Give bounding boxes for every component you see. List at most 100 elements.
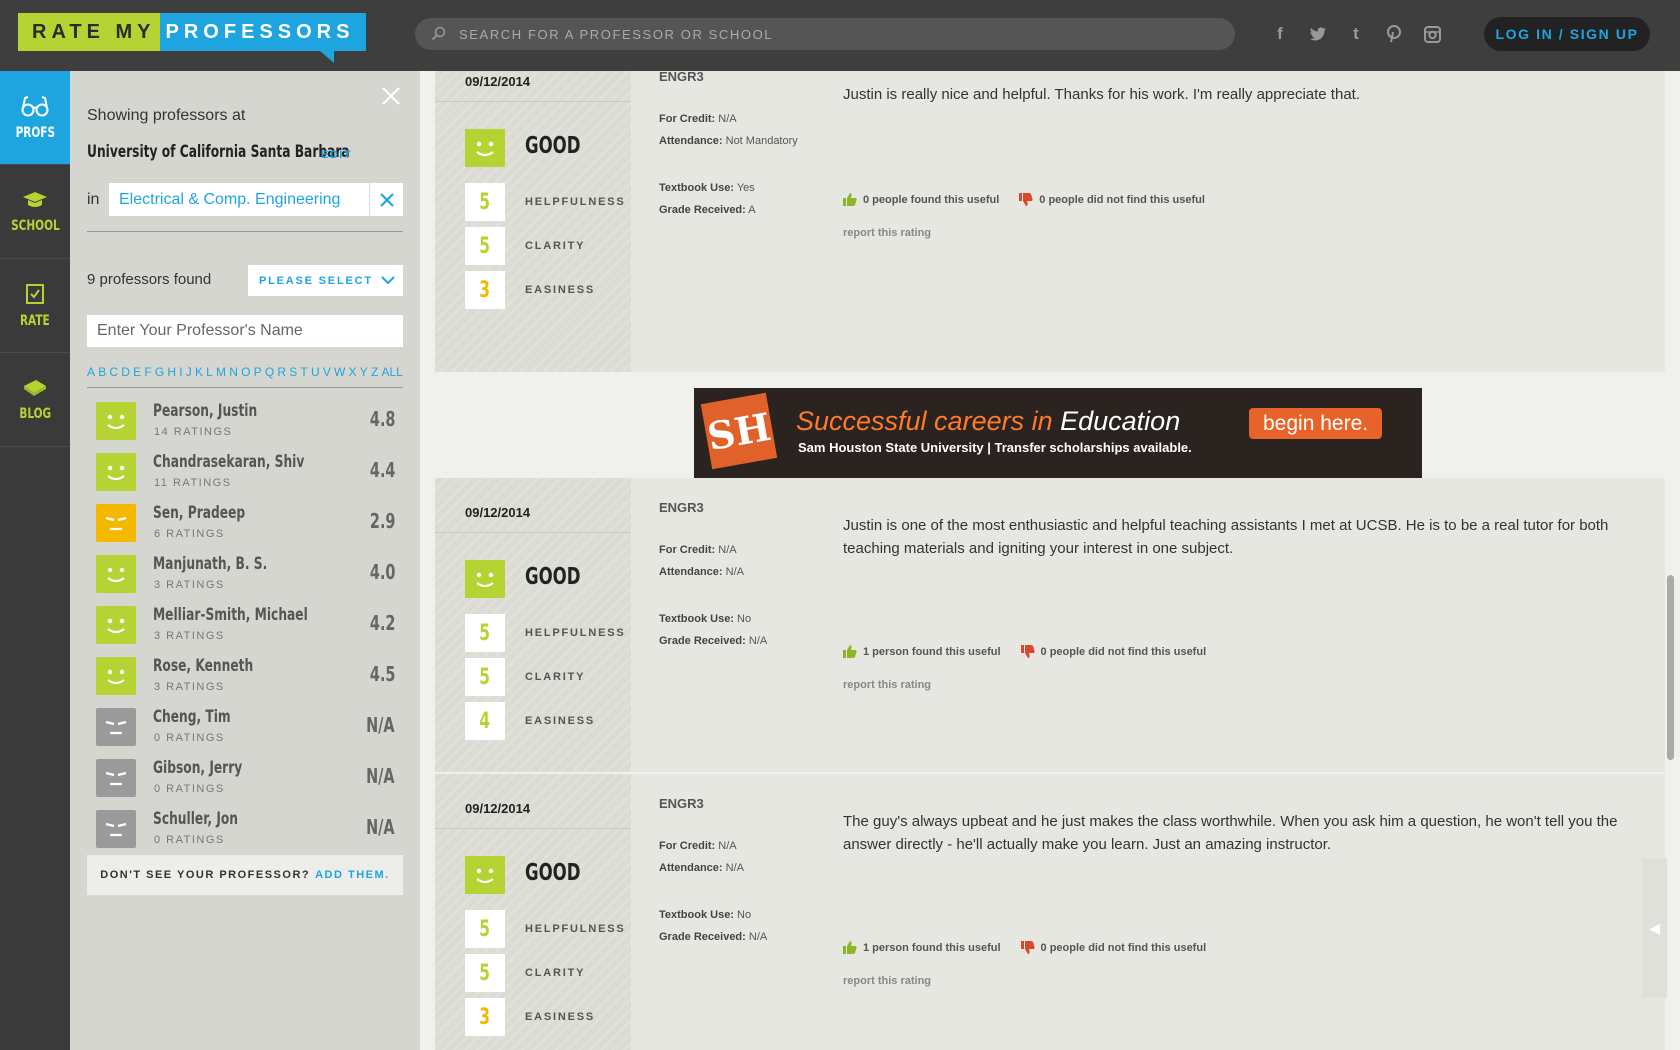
- report-rating-link[interactable]: report this rating: [843, 227, 931, 239]
- professor-list-item[interactable]: Rose, Kenneth 3 RATINGS 4.5: [87, 650, 403, 701]
- advertisement-banner[interactable]: SH Successful careers in Education Sam H…: [694, 388, 1422, 478]
- department-filter[interactable]: Electrical & Comp. Engineering: [109, 183, 403, 216]
- professor-name: Sen, Pradeep: [153, 503, 246, 523]
- professor-list-item[interactable]: Cheng, Tim 0 RATINGS N/A: [87, 701, 403, 752]
- textbook-info: Textbook Use: No: [659, 909, 752, 921]
- facebook-icon[interactable]: f: [1270, 22, 1290, 46]
- nav-item-blog[interactable]: BLOG: [0, 353, 70, 447]
- clarity-label: CLARITY: [525, 967, 586, 979]
- alphabet-letter[interactable]: F: [144, 365, 151, 379]
- edit-school-link[interactable]: EDIT: [321, 149, 352, 161]
- alphabet-letter[interactable]: ALL: [381, 365, 402, 379]
- professor-list-item[interactable]: Pearson, Justin 14 RATINGS 4.8: [87, 395, 403, 446]
- alphabet-letter[interactable]: D: [121, 365, 130, 379]
- thumbs-up-icon[interactable]: [843, 941, 857, 954]
- alphabet-letter[interactable]: Q: [265, 365, 274, 379]
- search-input[interactable]: [459, 26, 1219, 42]
- usefulness-votes: 1 person found this useful 0 people did n…: [843, 941, 1206, 954]
- professor-score: N/A: [366, 764, 395, 788]
- alphabet-letter[interactable]: L: [206, 365, 213, 379]
- clarity-score: 5: [465, 227, 505, 265]
- thumbs-up-icon[interactable]: [843, 645, 857, 658]
- professor-rating-count: 11 RATINGS: [154, 477, 232, 489]
- smiley-face-icon: [465, 129, 505, 167]
- usefulness-votes: 0 people found this useful 0 people did n…: [843, 193, 1205, 206]
- attendance-info: Attendance: N/A: [659, 566, 744, 578]
- ad-cta-button[interactable]: begin here.: [1249, 408, 1383, 439]
- alphabet-letter[interactable]: B: [98, 365, 106, 379]
- pinterest-icon[interactable]: [1384, 22, 1404, 46]
- sort-select[interactable]: PLEASE SELECT: [248, 265, 403, 296]
- alphabet-letter[interactable]: H: [167, 365, 176, 379]
- add-professor-banner: DON'T SEE YOUR PROFESSOR? ADD THEM.: [87, 855, 403, 895]
- professor-list-item[interactable]: Sen, Pradeep 6 RATINGS 2.9: [87, 497, 403, 548]
- close-icon[interactable]: [380, 85, 402, 107]
- alphabet-letter[interactable]: X: [349, 365, 357, 379]
- professor-score: N/A: [366, 815, 395, 839]
- thumbs-up-icon[interactable]: [843, 193, 857, 206]
- professor-rating-count: 3 RATINGS: [154, 579, 225, 591]
- alphabet-letter[interactable]: K: [195, 365, 203, 379]
- alphabet-letter[interactable]: I: [179, 365, 182, 379]
- alphabet-letter[interactable]: C: [109, 365, 118, 379]
- alphabet-letter[interactable]: S: [289, 365, 297, 379]
- rating-date: 09/12/2014: [465, 801, 531, 816]
- clarity-label: CLARITY: [525, 671, 586, 683]
- professor-list-item[interactable]: Chandrasekaran, Shiv 11 RATINGS 4.4: [87, 446, 403, 497]
- nav-item-profs[interactable]: PROFS: [0, 71, 70, 165]
- report-rating-link[interactable]: report this rating: [843, 679, 931, 691]
- top-header: RATE MY PROFESSORS f t LOG IN / SIGN UP: [0, 0, 1680, 71]
- report-rating-link[interactable]: report this rating: [843, 975, 931, 987]
- checkbox-icon: [26, 283, 44, 304]
- alphabet-letter[interactable]: M: [216, 365, 226, 379]
- alphabet-letter[interactable]: G: [155, 365, 164, 379]
- scrollbar[interactable]: [1667, 575, 1674, 760]
- rating-date: 09/12/2014: [465, 505, 531, 520]
- clear-department-button[interactable]: [369, 183, 403, 216]
- nav-item-rate[interactable]: RATE: [0, 259, 70, 353]
- alphabet-letter[interactable]: P: [254, 365, 262, 379]
- site-logo[interactable]: RATE MY PROFESSORS: [18, 13, 367, 63]
- professor-list-item[interactable]: Manjunath, B. S. 3 RATINGS 4.0: [87, 548, 403, 599]
- alphabet-letter[interactable]: Z: [371, 365, 378, 379]
- alphabet-letter[interactable]: E: [133, 365, 141, 379]
- helpfulness-score: 5: [465, 910, 505, 948]
- department-name: Electrical & Comp. Engineering: [119, 190, 341, 208]
- neutral-face-icon: [96, 503, 136, 542]
- professor-list-item[interactable]: Melliar-Smith, Michael 3 RATINGS 4.2: [87, 599, 403, 650]
- twitter-icon[interactable]: [1308, 22, 1328, 46]
- alphabet-letter[interactable]: N: [229, 365, 238, 379]
- textbook-info: Textbook Use: No: [659, 613, 752, 625]
- professor-list-item[interactable]: Schuller, Jon 0 RATINGS N/A: [87, 803, 403, 854]
- thumbs-down-icon[interactable]: [1019, 193, 1033, 206]
- alphabet-letter[interactable]: R: [277, 365, 286, 379]
- instagram-icon[interactable]: [1422, 22, 1442, 46]
- alphabet-letter[interactable]: W: [334, 365, 345, 379]
- thumbs-down-icon[interactable]: [1020, 941, 1035, 954]
- logo-part-1: RATE MY: [18, 13, 160, 51]
- left-nav: PROFS SCHOOL RATE BLOG: [0, 71, 70, 1050]
- social-links: f t: [1270, 22, 1442, 46]
- search-bar[interactable]: [415, 18, 1235, 50]
- professor-list-item[interactable]: Gibson, Jerry 0 RATINGS N/A: [87, 752, 403, 803]
- alphabet-letter[interactable]: T: [300, 365, 307, 379]
- alphabet-letter[interactable]: O: [241, 365, 250, 379]
- side-feedback-tab[interactable]: ◀: [1642, 858, 1667, 998]
- alphabet-letter[interactable]: J: [186, 365, 192, 379]
- tumblr-icon[interactable]: t: [1346, 22, 1366, 46]
- add-them-link[interactable]: ADD THEM.: [315, 869, 390, 881]
- alphabet-letter[interactable]: A: [87, 365, 95, 379]
- professor-name: Manjunath, B. S.: [153, 554, 268, 574]
- easiness-score: 3: [465, 998, 505, 1036]
- thumbs-down-icon[interactable]: [1020, 645, 1035, 658]
- professor-name-input[interactable]: [87, 315, 403, 347]
- nav-item-school[interactable]: SCHOOL: [0, 165, 70, 259]
- smiley-face-icon: [465, 560, 505, 598]
- rating-date: 09/12/2014: [465, 74, 531, 89]
- login-signup-button[interactable]: LOG IN / SIGN UP: [1484, 17, 1650, 51]
- alphabet-letter[interactable]: V: [323, 365, 331, 379]
- professor-rating-count: 3 RATINGS: [154, 681, 225, 693]
- alphabet-letter[interactable]: Y: [360, 365, 368, 379]
- alphabet-letter[interactable]: U: [311, 365, 320, 379]
- professor-list: Pearson, Justin 14 RATINGS 4.8 Chandrasekar…: [87, 395, 403, 854]
